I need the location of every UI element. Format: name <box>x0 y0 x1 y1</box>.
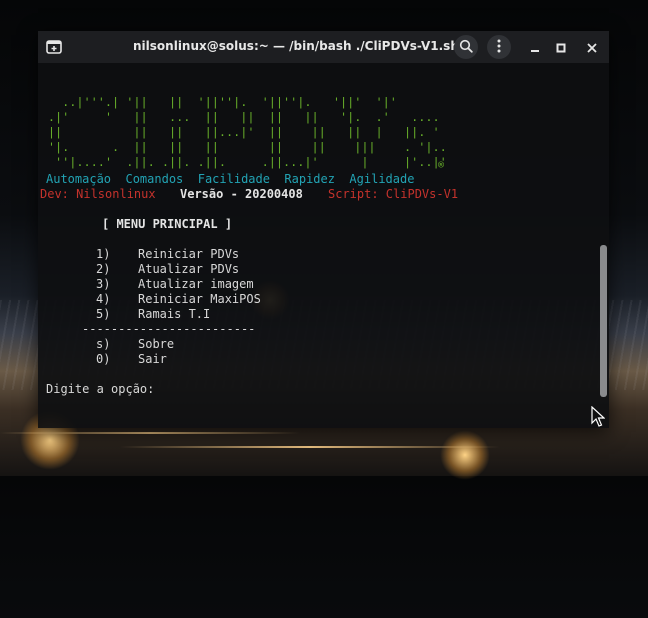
window-title: nilsonlinux@solus:~ — /bin/bash ./CliPDV… <box>133 39 459 53</box>
minimize-icon <box>530 38 540 57</box>
menu-item-label: Atualizar PDVs <box>138 262 240 276</box>
title-bar: nilsonlinux@solus:~ — /bin/bash ./CliPDV… <box>38 31 609 63</box>
wallpaper-light-streak <box>120 446 500 448</box>
menu-item-label: Sobre <box>138 337 175 351</box>
scrollbar[interactable] <box>600 245 607 397</box>
logo-line: ''|....' .||. .||. .||. .||...|' | |'..|… <box>48 155 447 169</box>
menu-item-key: 2) <box>96 262 111 276</box>
wallpaper-lamp <box>440 430 490 480</box>
tagline: Automação Comandos Facilidade Rapidez Ag… <box>46 172 415 186</box>
search-button[interactable] <box>454 35 478 59</box>
new-tab-icon <box>46 40 62 54</box>
logo-line: .|' ' || ... || || || || '|. .' .... <box>48 110 440 124</box>
menu-item-label: Ramais T.I <box>138 307 211 321</box>
script-name: Script: CliPDVs-V1 <box>328 187 459 201</box>
mouse-pointer-icon <box>591 405 606 432</box>
menu-item-label: Reiniciar PDVs <box>138 247 240 261</box>
menu-button[interactable] <box>487 35 511 59</box>
dev-credit: Dev: Nilsonlinux <box>40 187 156 201</box>
close-icon <box>587 38 597 57</box>
logo-line: ..|'''.| '|| || '||''|. '||''|. '||' '|' <box>48 95 398 109</box>
menu-item-key: s) <box>96 337 111 351</box>
menu-item-label: Reiniciar MaxiPOS <box>138 292 261 306</box>
input-prompt: Digite a opção: <box>46 382 155 396</box>
search-icon <box>459 38 473 57</box>
terminal-output[interactable]: ..|'''.| '|| || '||''|. '||''|. '||' '|'… <box>38 63 609 428</box>
logo-line: '|. . || || || || || ||| . '|.. <box>48 140 447 154</box>
logo-line: || || || ||...|' || || || | ||. ' <box>48 125 440 139</box>
menu-item-key: 4) <box>96 292 111 306</box>
maximize-icon <box>556 38 566 57</box>
close-button[interactable] <box>584 39 600 55</box>
menu-item-key: 1) <box>96 247 111 261</box>
version-label: Versão - 20200408 <box>180 187 303 201</box>
minimize-button[interactable] <box>527 39 543 55</box>
menu-item-label: Atualizar imagem <box>138 277 254 291</box>
menu-item-label: Sair <box>138 352 167 366</box>
menu-item-key: 5) <box>96 307 111 321</box>
kebab-menu-icon <box>496 38 502 57</box>
menu-item-key: 0) <box>96 352 111 366</box>
new-tab-button[interactable] <box>43 37 65 57</box>
menu-item-key: 3) <box>96 277 111 291</box>
maximize-button[interactable] <box>553 39 569 55</box>
registered-mark: ® <box>438 160 445 171</box>
menu-header: [ MENU PRINCIPAL ] <box>102 217 233 231</box>
terminal-window: nilsonlinux@solus:~ — /bin/bash ./CliPDV… <box>38 31 609 428</box>
menu-separator: ------------------------ <box>82 322 256 336</box>
